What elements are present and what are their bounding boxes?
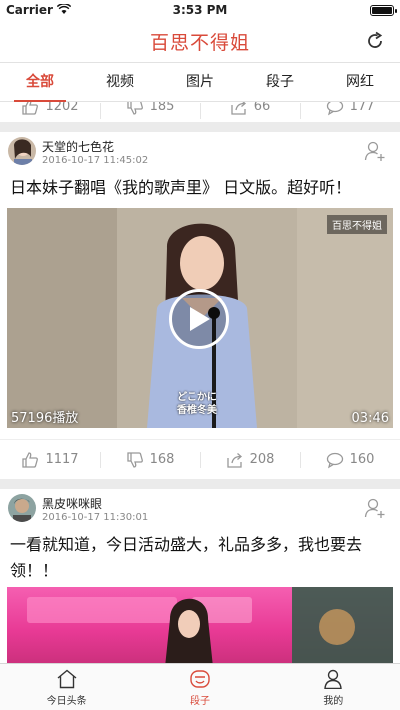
like-count: 1117 [45,452,79,467]
page-title: 百思不得姐 [149,31,250,54]
refresh-icon [368,31,383,48]
tab-bar-label: 我的 [323,696,344,707]
post-text: 日本妹子翻唱《我的歌声里》 日文版。超好听！ [10,178,352,197]
tab-influencer[interactable]: 网红 [320,63,400,101]
post-card[interactable]: 黑皮咪咪眼 2016-10-17 11:30:01 一看就知道，今日活动盛大，礼… [0,489,400,663]
post-header: 天堂的七色花 2016-10-17 11:45:02 [0,132,400,172]
video-player[interactable]: 百思不得姐 どこかに 香椎冬美 57196播放 03:46 [7,208,393,428]
post-time: 2016-10-17 11:30:01 [42,512,149,523]
tab-bar-profile[interactable]: 我的 [267,664,400,710]
author-name[interactable]: 天堂的七色花 [42,138,114,155]
post-time: 2016-10-17 11:45:02 [42,155,149,166]
dislike-count: 168 [149,452,175,467]
comment-icon [326,102,343,115]
share-count: 208 [249,452,275,467]
like-count: 1202 [45,102,79,114]
comment-count: 177 [349,102,375,114]
tab-bar-label: 今日头条 [46,696,87,707]
thumbs-up-icon [22,451,39,468]
post-image-content [27,587,393,663]
post-text: 一看就知道，今日活动盛大，礼品多多，我也要去领！！ [10,535,363,580]
dislike-button[interactable]: 168 [100,440,200,479]
thumbs-down-icon [126,102,143,115]
post-card[interactable]: 天堂的七色花 2016-10-17 11:45:02 日本妹子翻唱《我的歌声里》… [0,132,400,479]
follow-button[interactable] [364,497,386,519]
add-user-icon [364,141,385,161]
comment-count: 160 [349,452,375,467]
comment-icon [326,452,343,468]
share-button[interactable]: 66 [200,102,300,122]
play-button[interactable] [169,289,229,349]
comment-button[interactable]: 177 [300,102,400,122]
thumbs-up-icon [22,102,39,115]
dislike-button[interactable]: 185 [100,102,200,122]
play-icon [190,307,210,331]
battery-icon [370,4,397,16]
nav-bar: 百思不得姐 [0,20,400,62]
subtitle-line: 香椎冬美 [177,405,217,416]
add-user-icon [364,498,385,518]
like-button[interactable]: 1202 [0,102,100,122]
feed[interactable]: 1202 185 66 177 天堂的七色花 2016-10-17 11:45:… [0,102,400,663]
like-button[interactable]: 1117 [0,440,100,479]
dislike-count: 185 [149,102,175,114]
video-duration: 03:46 [351,411,389,426]
play-count: 57196播放 [11,411,79,426]
tab-bar-joke[interactable]: 段子 [133,664,266,710]
post-image[interactable] [7,587,393,663]
previous-post-actions: 1202 185 66 177 [0,102,400,122]
tab-all[interactable]: 全部 [0,63,80,102]
follow-button[interactable] [364,140,386,162]
share-button[interactable]: 208 [200,440,300,479]
thumbs-down-icon [126,451,143,468]
video-subtitle: どこかに 香椎冬美 [177,391,217,417]
joke-icon [190,670,210,688]
category-tabs: 全部 视频 图片 段子 网红 [0,62,400,102]
status-time: 3:53 PM [172,3,228,17]
tab-video[interactable]: 视频 [80,63,160,101]
tab-picture[interactable]: 图片 [160,63,240,101]
profile-icon [324,669,343,689]
avatar[interactable] [8,494,36,522]
avatar[interactable] [8,137,36,165]
post-header: 黑皮咪咪眼 2016-10-17 11:30:01 [0,489,400,529]
video-watermark: 百思不得姐 [327,215,387,234]
subtitle-line: どこかに [177,392,217,403]
refresh-button[interactable] [362,28,388,54]
bottom-tab-bar: 今日头条 段子 我的 [0,663,400,710]
tab-bar-home[interactable]: 今日头条 [0,664,133,710]
author-name[interactable]: 黑皮咪咪眼 [42,495,102,512]
comment-button[interactable]: 160 [300,440,400,479]
home-icon [57,669,77,689]
post-actions: 1117 168 208 160 [0,439,400,479]
status-bar: Carrier 3:53 PM [0,0,400,20]
share-icon [226,452,242,468]
share-icon [231,102,246,115]
tab-joke[interactable]: 段子 [240,63,320,101]
share-count: 66 [253,102,271,114]
tab-bar-label: 段子 [189,696,210,707]
